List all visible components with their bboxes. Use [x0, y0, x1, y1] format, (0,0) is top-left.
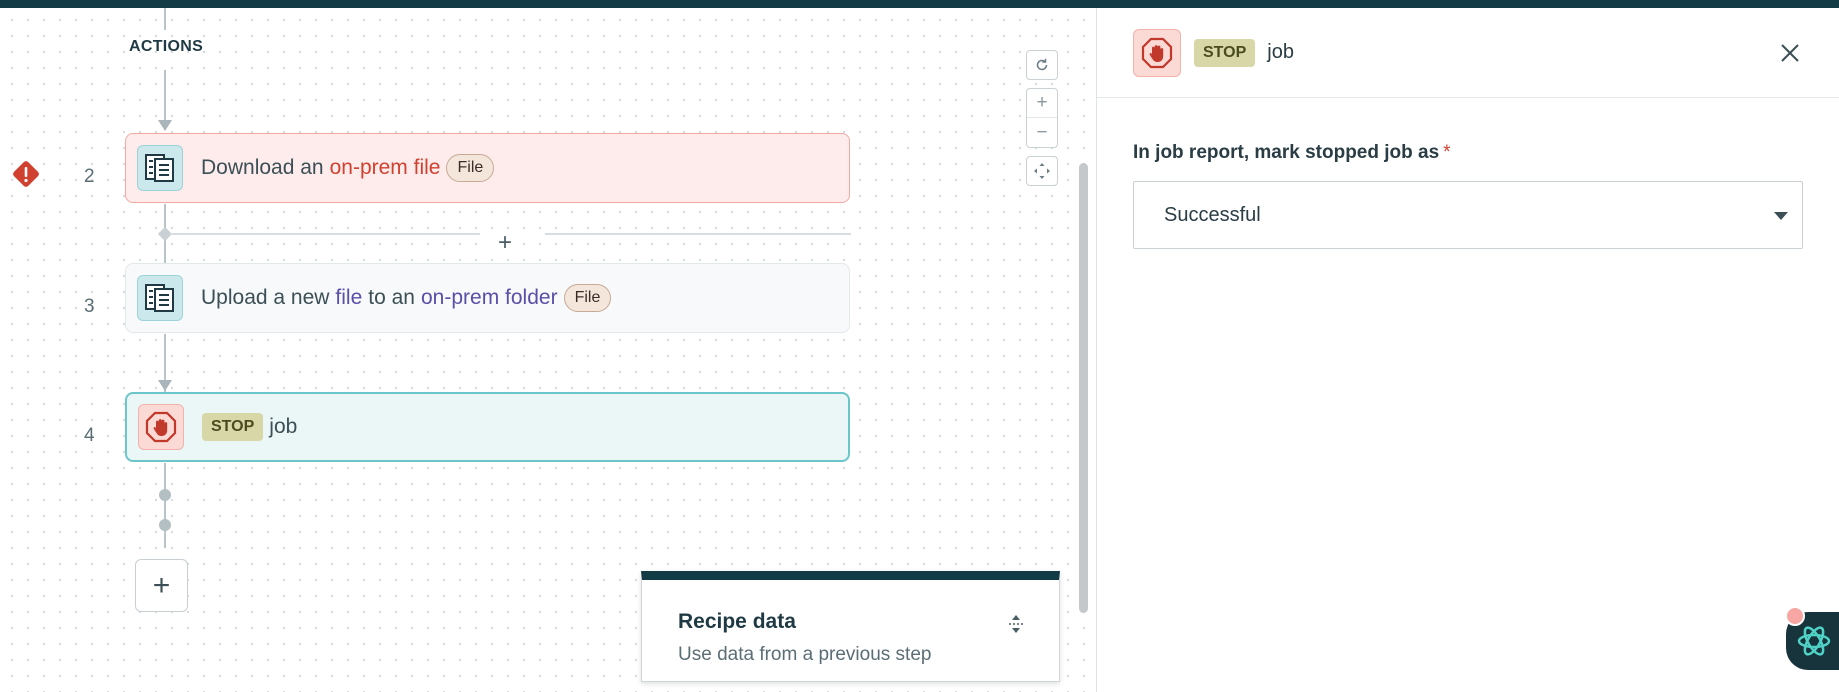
connector-dot [159, 489, 171, 501]
stop-keyword-badge: STOP [202, 413, 264, 441]
stop-keyword-badge: STOP [1194, 38, 1256, 67]
connector-arrow [158, 120, 172, 131]
job-status-select[interactable]: Successful [1133, 181, 1803, 249]
panel-header: STOP job [1097, 8, 1839, 98]
on-prem-file-icon [137, 275, 183, 321]
panel-title: job [1267, 41, 1294, 63]
insert-divider [545, 233, 851, 235]
add-step-button[interactable]: + [135, 559, 188, 612]
app-badge-file: File [446, 154, 495, 182]
step-number: 2 [84, 166, 95, 187]
step-text-object: on-prem file [329, 156, 441, 179]
notification-dot [1785, 606, 1805, 626]
step-text-plain: Download an [201, 156, 324, 179]
select-value: Successful [1164, 203, 1261, 226]
connector-arrow [158, 380, 172, 391]
insert-step-button[interactable]: + [490, 229, 520, 257]
atom-icon [1797, 626, 1831, 656]
zoom-out-button[interactable]: − [1027, 118, 1057, 147]
step-title: STOP job [202, 413, 303, 441]
canvas-scrollbar[interactable] [1079, 163, 1088, 613]
insert-divider [170, 233, 480, 235]
step-text-plain: job [269, 415, 298, 438]
zoom-controls: + − [1026, 88, 1058, 148]
step-text-object: on-prem folder [421, 286, 558, 309]
fit-view-button[interactable] [1026, 156, 1058, 186]
refresh-icon [1036, 58, 1048, 71]
step-stop-job[interactable]: STOP job [125, 392, 850, 462]
stop-hand-icon [138, 404, 184, 450]
connector-line [164, 463, 166, 548]
top-bar [0, 0, 1839, 8]
step-text-object: file [335, 286, 363, 309]
zoom-in-button[interactable]: + [1027, 89, 1057, 118]
connector-dot [159, 519, 171, 531]
step-text-plain: Upload a new [201, 286, 330, 309]
required-marker: * [1443, 142, 1451, 163]
step-upload-file[interactable]: Upload a new file to an on-prem folder F… [125, 263, 850, 333]
close-icon[interactable] [1779, 42, 1801, 64]
on-prem-file-icon [137, 145, 183, 191]
app-badge-file: File [563, 284, 612, 312]
step-title: Upload a new file to an on-prem folder F… [201, 284, 617, 312]
stop-hand-icon [1133, 28, 1181, 77]
recipe-data-card[interactable]: Recipe data Use data from a previous ste… [641, 571, 1060, 682]
field-label-text: In job report, mark stopped job as [1133, 142, 1440, 163]
connector-line [164, 8, 166, 30]
step-number: 4 [84, 425, 95, 446]
step-number: 3 [84, 296, 95, 317]
error-warning-icon[interactable] [12, 160, 40, 188]
step-config-panel: STOP job In job report, mark stopped job… [1096, 8, 1839, 692]
recipe-data-title: Recipe data [678, 610, 796, 633]
expand-collapse-icon[interactable] [1006, 612, 1026, 636]
fit-view-icon [1034, 163, 1050, 179]
step-download-file[interactable]: Download an on-prem file File [125, 133, 850, 203]
recipe-data-subtitle: Use data from a previous step [678, 644, 932, 665]
step-text-plain: to an [368, 286, 415, 309]
section-label-actions: ACTIONS [129, 38, 204, 55]
reset-view-button[interactable] [1026, 50, 1058, 80]
recipe-canvas[interactable]: ACTIONS 2 Download an on-prem file File [0, 8, 1095, 692]
chevron-down-icon [1774, 212, 1788, 220]
step-title: Download an on-prem file File [201, 154, 500, 182]
field-label: In job report, mark stopped job as * [1133, 142, 1451, 164]
